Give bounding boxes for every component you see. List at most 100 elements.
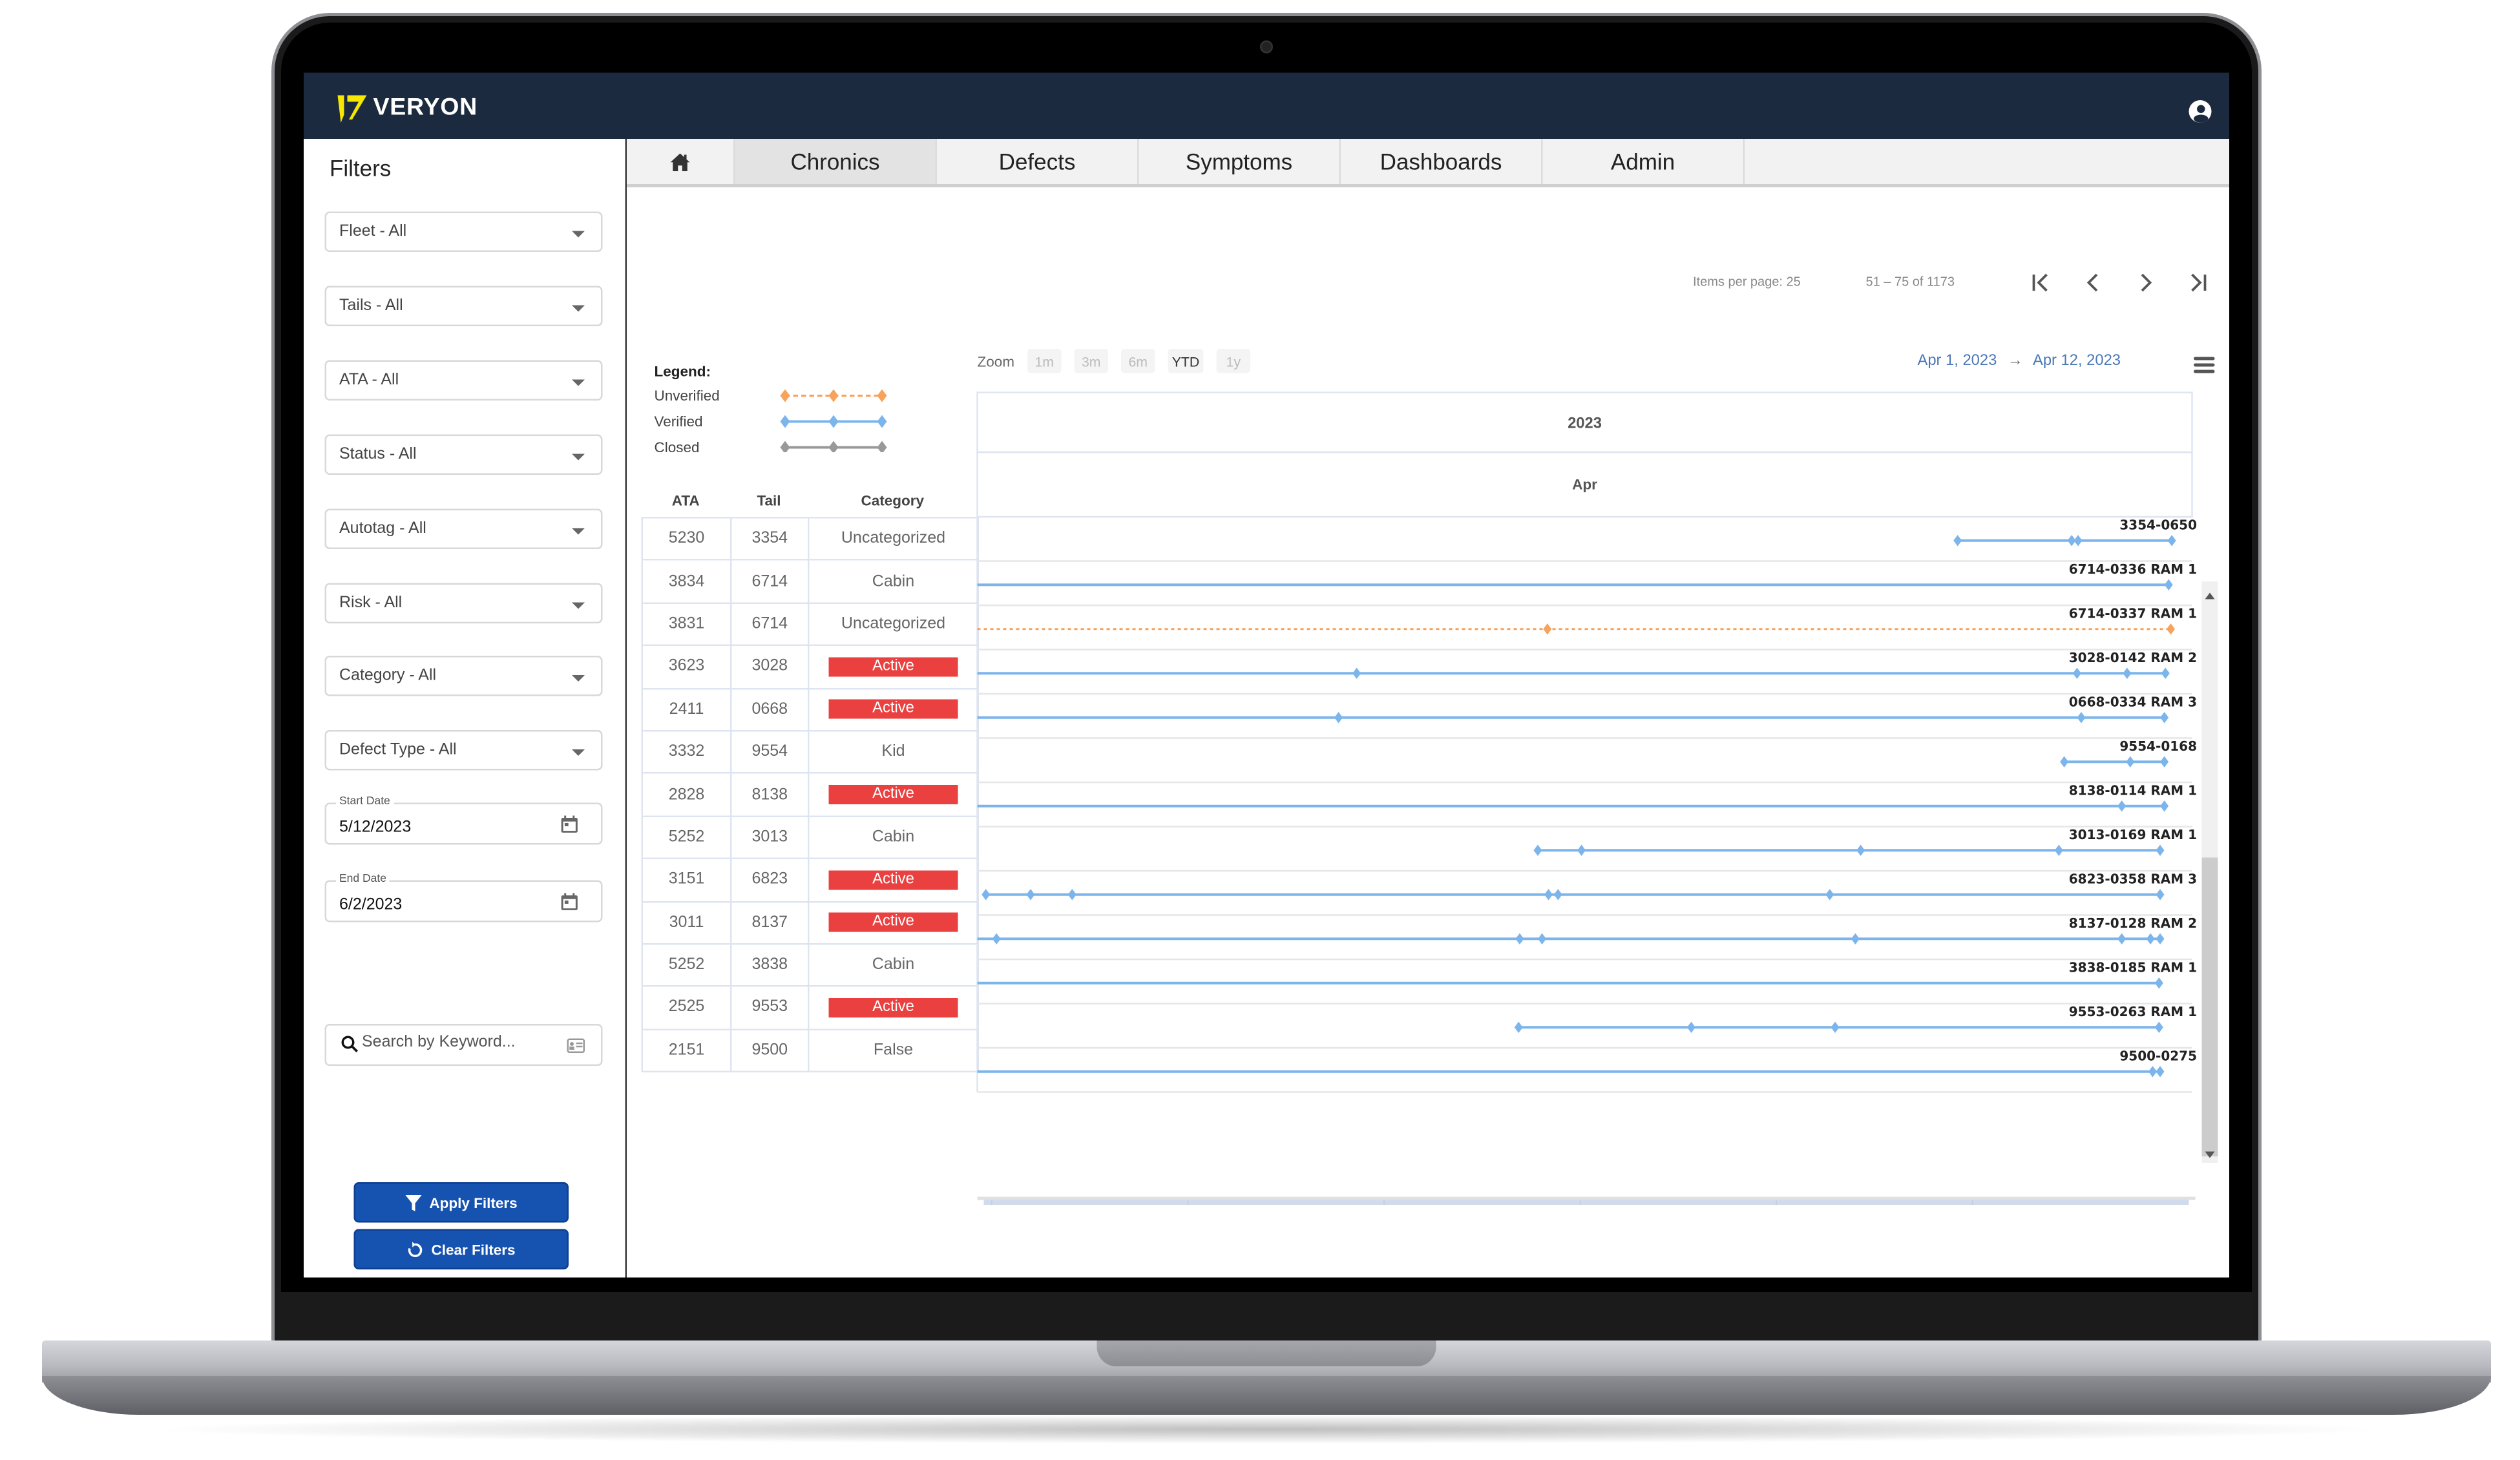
timeline-point (992, 933, 1001, 944)
filter-funnel-icon (404, 1194, 421, 1211)
risk-select[interactable]: Risk - All (324, 582, 603, 623)
laptop-mockup: VERYON Filters Start Date 5/12/2023 End … (0, 0, 2520, 1460)
autotag-select[interactable]: Autotag - All (324, 508, 603, 548)
main-tabs: Chronics Defects Symptoms Dashboards Adm… (627, 139, 2229, 187)
tab-symptoms-label: Symptoms (1185, 149, 1293, 174)
status-select[interactable]: Status - All (324, 433, 603, 475)
keyword-search-field[interactable] (324, 1024, 603, 1066)
risk-select-value: Risk - All (339, 593, 403, 612)
tab-admin[interactable]: Admin (1543, 139, 1745, 184)
timeline-point (1544, 889, 1553, 901)
timeline-point (2123, 667, 2132, 679)
chronics-timeline-chart: Legend: Unverified Verified Closed Zoom (641, 336, 2226, 1205)
timeline-point (1514, 1021, 1523, 1033)
tab-dashboards[interactable]: Dashboards (1341, 139, 1543, 184)
timeline-point (2156, 933, 2165, 944)
row-label: 3013-0169 RAM 1 (2069, 827, 2197, 842)
timeline-point (2077, 712, 2086, 724)
timeline-point (1538, 933, 1547, 944)
timeline-point (1856, 844, 1865, 856)
contact-card-icon[interactable] (567, 1038, 585, 1054)
calendar-icon[interactable] (561, 815, 579, 834)
row-label: 6823-0358 RAM 3 (2069, 871, 2197, 886)
first-page-icon[interactable] (2029, 270, 2055, 296)
timeline-point (1026, 889, 1035, 901)
timeline-point (2074, 535, 2083, 547)
page-range: 51 – 75 of 1173 (1865, 275, 1955, 289)
tails-select-value: Tails - All (339, 297, 403, 315)
timeline-point (2156, 1066, 2165, 1078)
timeline-point (2167, 535, 2176, 547)
tab-chronics[interactable]: Chronics (735, 139, 937, 184)
timeline-point (2156, 889, 2165, 901)
tails-select[interactable]: Tails - All (324, 286, 603, 326)
calendar-icon[interactable] (561, 893, 579, 912)
timeline-point (1067, 889, 1076, 901)
timeline-point (1686, 1021, 1696, 1033)
timeline-point (1831, 1021, 1840, 1033)
timeline-point (2167, 623, 2176, 635)
dropdown-caret-icon (572, 453, 585, 460)
tab-admin-label: Admin (1610, 149, 1675, 174)
clear-filters-button[interactable]: Clear Filters (353, 1229, 569, 1269)
home-icon (670, 152, 690, 171)
filters-sidebar: Filters Start Date 5/12/2023 End Date 6/… (304, 139, 627, 1278)
ata-select[interactable]: ATA - All (324, 359, 603, 401)
category-select-value: Category - All (339, 667, 437, 685)
timeline-point (2054, 844, 2063, 856)
timeline-point (2146, 933, 2155, 944)
timeline-point (2117, 933, 2126, 944)
category-select[interactable]: Category - All (324, 656, 603, 697)
brand-logo[interactable]: VERYON (336, 89, 478, 125)
row-label: 8138-0114 RAM 1 (2069, 782, 2197, 798)
row-label: 6714-0336 RAM 1 (2069, 561, 2197, 577)
timeline-point (2156, 844, 2165, 856)
timeline-point (1553, 889, 1562, 901)
timeline-point (2164, 579, 2173, 590)
timeline-point (1334, 712, 1343, 724)
autotag-select-value: Autotag - All (339, 519, 426, 537)
end-date-field[interactable]: End Date 6/2/2023 (324, 873, 603, 923)
row-label: 9554-0168 (2119, 738, 2197, 754)
reset-icon (408, 1241, 423, 1257)
search-icon (341, 1036, 359, 1053)
tab-home[interactable] (627, 139, 735, 184)
apply-filters-button[interactable]: Apply Filters (353, 1182, 569, 1223)
timeline-point (2154, 977, 2163, 989)
start-date-field[interactable]: Start Date 5/12/2023 (324, 796, 603, 845)
tab-defects[interactable]: Defects (937, 139, 1139, 184)
defect-type-select-value: Defect Type - All (339, 742, 457, 760)
veryon-logo-icon (337, 95, 367, 123)
brand-name: VERYON (373, 92, 478, 121)
start-date-value: 5/12/2023 (339, 819, 412, 837)
laptop-notch (1097, 1340, 1436, 1366)
tab-defects-label: Defects (998, 149, 1076, 174)
timeline-point (2117, 800, 2126, 812)
timeline-point (2072, 667, 2081, 679)
account-circle-icon[interactable] (2189, 100, 2212, 123)
apply-filters-label: Apply Filters (429, 1194, 518, 1211)
dropdown-caret-icon (572, 231, 585, 238)
last-page-icon[interactable] (2184, 270, 2210, 296)
previous-page-icon[interactable] (2081, 270, 2106, 296)
laptop-shadow (145, 1415, 2391, 1444)
row-label: 0668-0334 RAM 3 (2069, 694, 2197, 709)
start-date-label: Start Date (336, 796, 394, 808)
next-page-icon[interactable] (2132, 270, 2158, 296)
fleet-select[interactable]: Fleet - All (324, 211, 603, 252)
timeline-point (1543, 623, 1552, 635)
keyword-search-input[interactable] (362, 1034, 556, 1052)
dropdown-caret-icon (572, 749, 585, 756)
row-label: 3028-0142 RAM 2 (2069, 650, 2197, 665)
camera (1260, 40, 1273, 54)
row-label: 3838-0185 RAM 1 (2069, 959, 2197, 975)
items-per-page[interactable]: Items per page: 25 (1693, 275, 1801, 289)
end-date-label: End Date (336, 873, 390, 885)
defect-type-select[interactable]: Defect Type - All (324, 730, 603, 771)
row-label: 9500-0275 (2119, 1048, 2197, 1063)
tab-symptoms[interactable]: Symptoms (1139, 139, 1341, 184)
timeline-point (1851, 933, 1860, 944)
clear-filters-label: Clear Filters (431, 1241, 516, 1258)
vertical-scrollbar-thumb[interactable] (2201, 857, 2218, 1157)
timeline-point (2154, 1021, 2163, 1033)
